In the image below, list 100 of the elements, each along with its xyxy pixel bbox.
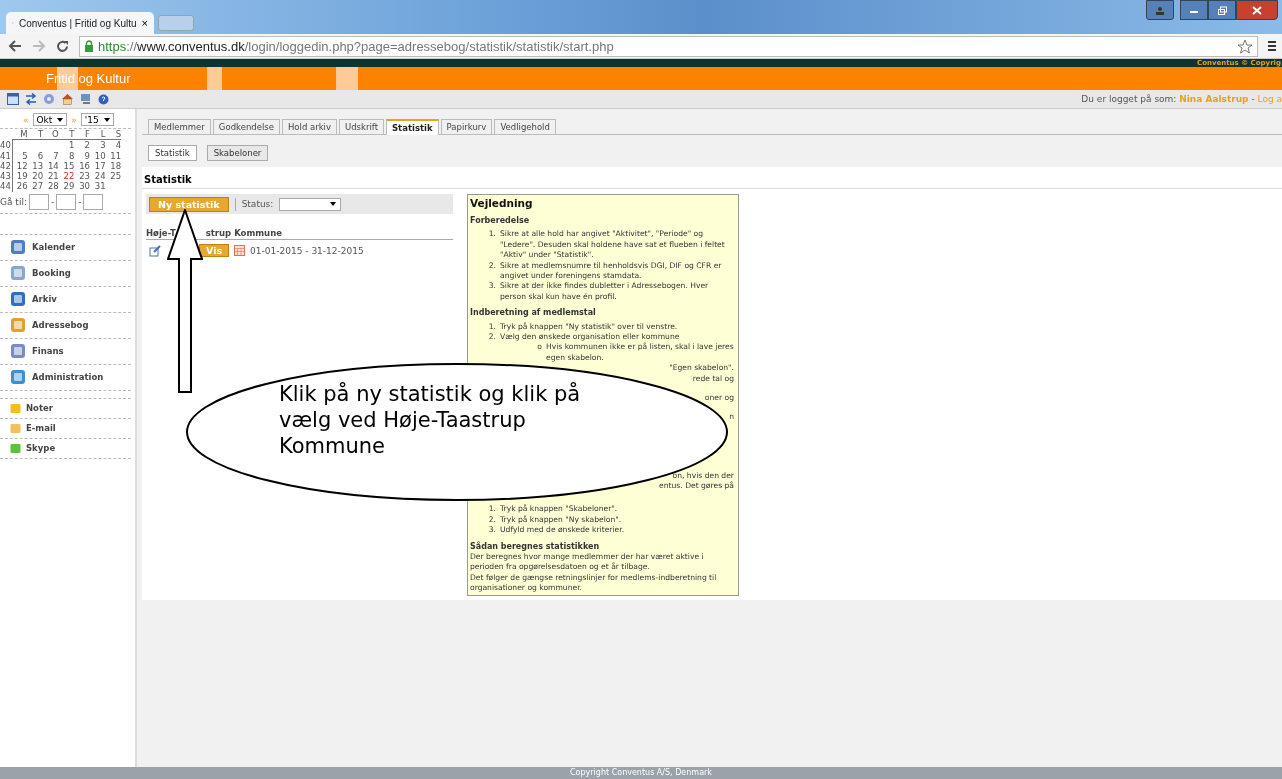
week-number: 41: [0, 150, 12, 161]
nav-item[interactable]: Kalender: [0, 234, 131, 261]
week-number: 40: [0, 140, 12, 151]
goto-label: Gå til:: [0, 196, 27, 207]
shortcut-icon: [10, 402, 21, 414]
month-select[interactable]: Okt: [32, 113, 68, 126]
page-heading: Statistik: [144, 174, 192, 185]
user-button[interactable]: [1146, 0, 1174, 20]
subtab[interactable]: Skabeloner: [206, 145, 269, 161]
month-field[interactable]: [56, 193, 77, 210]
nav-item[interactable]: Arkiv: [0, 286, 131, 313]
calendar-day[interactable]: 15: [58, 160, 75, 172]
calendar-day[interactable]: 18: [105, 160, 122, 172]
date-separator: -: [50, 196, 55, 207]
calendar-day[interactable]: 23: [74, 171, 90, 182]
calendar-day[interactable]: 1: [58, 140, 75, 151]
browser-tab[interactable]: Conventus | Fritid og Kultu ×: [6, 12, 154, 34]
date-separator: -: [78, 196, 82, 207]
tab[interactable]: Papirkurv: [440, 119, 493, 134]
footer-text: Copyright Conventus A/S, Denmark: [570, 767, 712, 779]
weekday-label: S: [105, 129, 122, 141]
calendar-day[interactable]: 26: [12, 181, 28, 192]
module-icon: [10, 343, 26, 360]
calendar-day[interactable]: 22: [58, 171, 75, 182]
minimize-button[interactable]: [1180, 0, 1208, 20]
weekday-label: T: [58, 129, 75, 141]
calendar-day[interactable]: 30: [74, 181, 90, 192]
back-icon[interactable]: [8, 40, 22, 52]
star-icon[interactable]: [1237, 38, 1253, 54]
calendar-day[interactable]: 14: [43, 160, 59, 172]
tab[interactable]: Statistik: [386, 119, 439, 135]
year-field[interactable]: [83, 193, 104, 210]
swap-arrows-icon[interactable]: [25, 93, 37, 105]
close-button[interactable]: [1236, 0, 1278, 20]
menu-icon[interactable]: [1268, 40, 1276, 52]
caret-icon: [103, 117, 110, 122]
calendar-day[interactable]: 6: [27, 150, 44, 161]
nav-item[interactable]: Administration: [0, 364, 131, 391]
module-icon: [10, 265, 26, 282]
person-icon: [1155, 5, 1165, 15]
calendar-day[interactable]: 2: [74, 140, 90, 151]
calendar-day[interactable]: 19: [12, 171, 28, 182]
calendar-day[interactable]: 13: [27, 160, 44, 172]
gear-icon[interactable]: [43, 93, 55, 105]
calendar-day[interactable]: 25: [105, 171, 122, 182]
nav-item[interactable]: Adressebog: [0, 312, 131, 339]
address-field[interactable]: https://www.conventus.dk/login/loggedin.php?page=adressebog/statistik/statistik/start.php: [79, 35, 1258, 57]
nav-item[interactable]: Finans: [0, 338, 131, 365]
shortcut-icon: [10, 422, 21, 434]
close-tab-button[interactable]: ×: [141, 17, 148, 29]
calendar-day[interactable]: 20: [27, 171, 44, 182]
shortcut-item[interactable]: Noter: [0, 398, 131, 419]
calendar-day[interactable]: 31: [89, 181, 106, 192]
calendar-day[interactable]: 7: [43, 150, 59, 161]
weekday-label: M: [12, 129, 28, 141]
calendar-day[interactable]: 4: [105, 140, 122, 151]
calendar-day[interactable]: 3: [89, 140, 106, 151]
calendar-day[interactable]: 9: [74, 150, 90, 161]
module-icon: [10, 369, 26, 386]
year-select[interactable]: '15: [80, 113, 114, 126]
calendar-day[interactable]: 17: [89, 160, 106, 172]
calendar-day[interactable]: 28: [43, 181, 59, 192]
calendar-day[interactable]: 16: [74, 160, 90, 172]
monitor-icon[interactable]: [80, 93, 92, 105]
restore-button[interactable]: [1208, 0, 1236, 20]
close-icon: [1252, 5, 1262, 15]
help-icon[interactable]: [98, 93, 109, 105]
shortcut-item[interactable]: Skype: [0, 438, 131, 459]
calendar-day[interactable]: 10: [89, 150, 106, 161]
group-title: strup Kommune: [205, 228, 282, 238]
calendar-day[interactable]: 12: [12, 160, 28, 172]
tab[interactable]: Hold arkiv: [281, 119, 337, 134]
calendar-day[interactable]: 29: [58, 181, 75, 192]
calendar-day[interactable]: 8: [58, 150, 75, 161]
calendar-day[interactable]: 24: [89, 171, 106, 182]
nav-item[interactable]: Booking: [0, 260, 131, 287]
guide-subheading: Forberedelse: [470, 216, 531, 227]
login-info: Du er logget på som: Nina Aalstrup - Log a: [1081, 94, 1282, 104]
reload-icon[interactable]: [56, 39, 69, 53]
calendar-day[interactable]: 27: [27, 181, 44, 192]
tab[interactable]: Udskrift: [339, 119, 384, 134]
home-icon[interactable]: [61, 93, 74, 105]
module-icon: [10, 239, 26, 256]
period-text: 01-01-2015 - 31-12-2015: [250, 245, 364, 256]
restore-icon: [1217, 5, 1227, 15]
tab[interactable]: Godkendelse: [212, 119, 280, 134]
calendar-day[interactable]: 21: [43, 171, 59, 182]
status-label: Status:: [241, 199, 274, 209]
day-field[interactable]: [28, 193, 49, 210]
shortcut-item[interactable]: E-mail: [0, 418, 131, 439]
tab[interactable]: Vedligehold: [494, 119, 556, 134]
subtab[interactable]: Statistik: [148, 145, 197, 161]
edit-icon[interactable]: [149, 244, 161, 257]
status-select[interactable]: [279, 197, 342, 211]
calendar-day[interactable]: 11: [105, 150, 122, 161]
calendar-icon[interactable]: [7, 93, 19, 105]
weekday-label: L: [89, 129, 106, 141]
calendar-icon: [234, 245, 246, 256]
tab[interactable]: Medlemmer: [148, 119, 211, 134]
calendar-day[interactable]: 5: [12, 150, 28, 161]
